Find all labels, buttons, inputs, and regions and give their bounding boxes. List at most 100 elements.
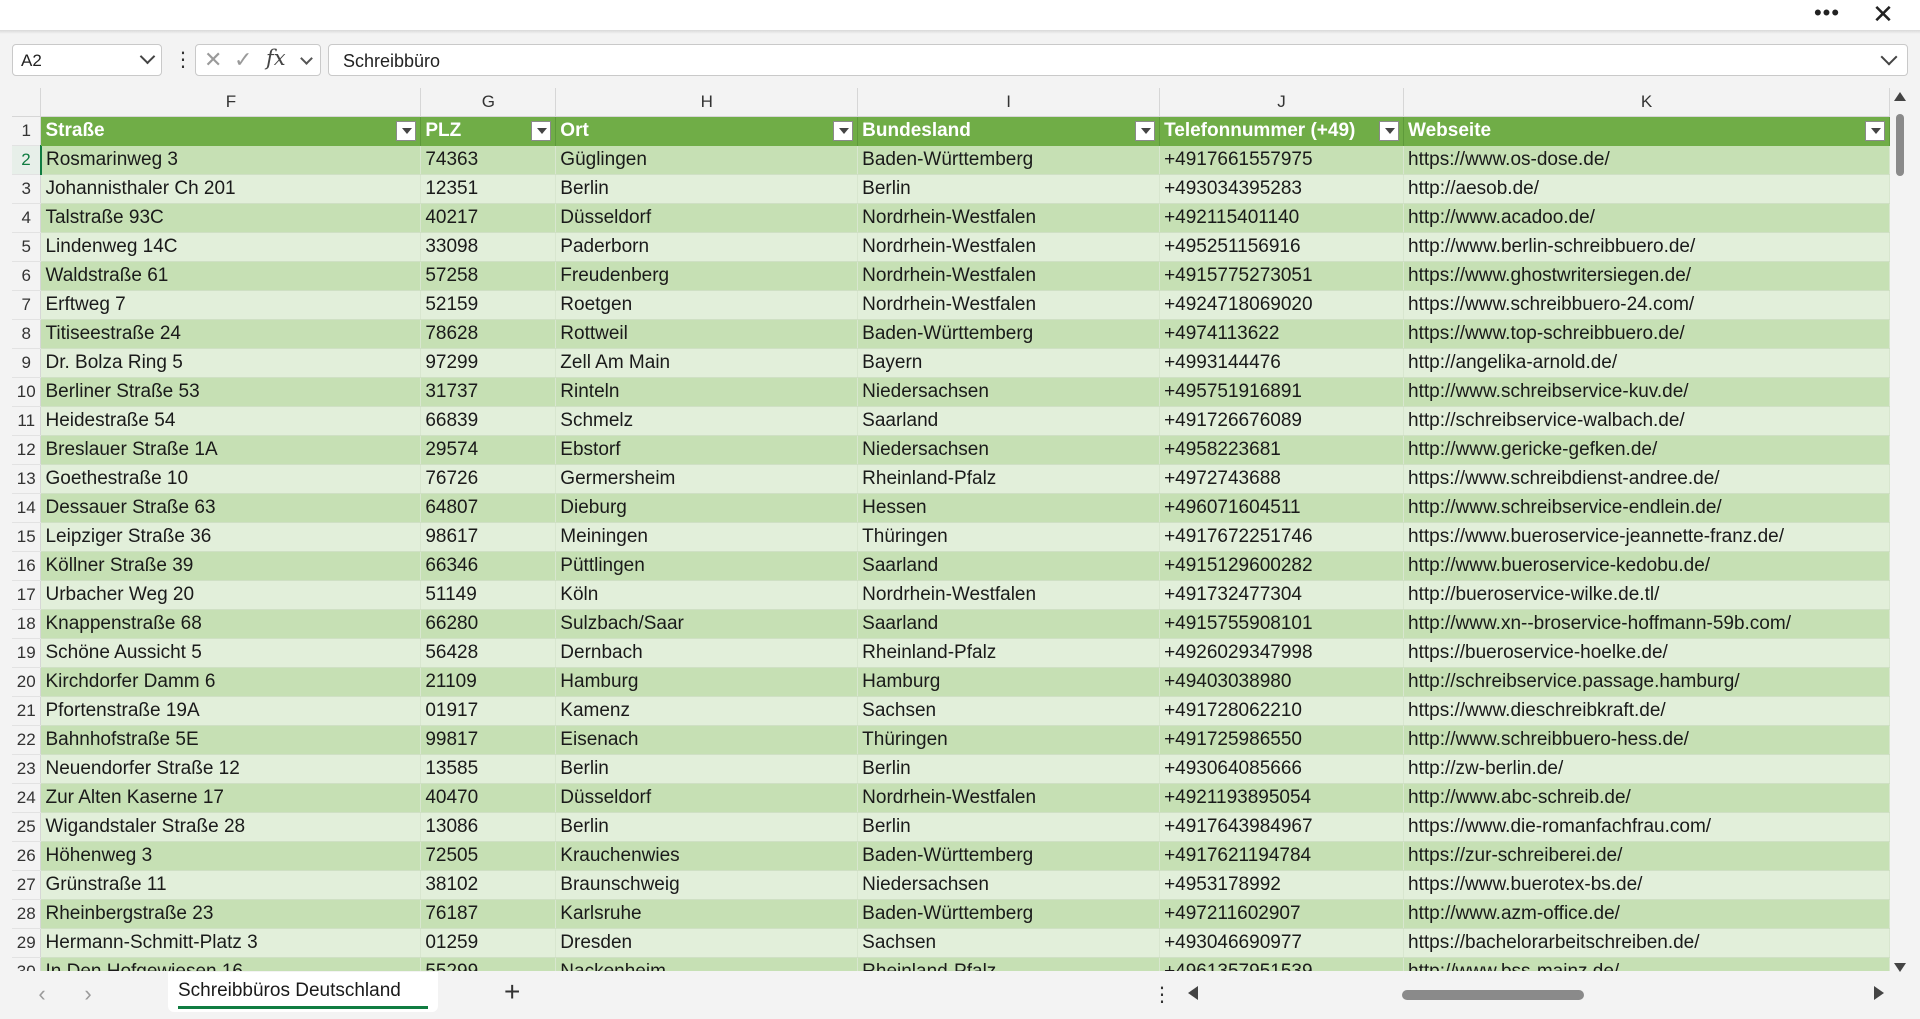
cell[interactable]: +491725986550 (1159, 725, 1405, 755)
cell[interactable]: Güglingen (555, 145, 859, 175)
vertical-scrollbar[interactable] (1892, 92, 1908, 972)
row-header[interactable]: 30 (12, 957, 42, 971)
cell[interactable]: Saarland (857, 406, 1161, 436)
name-box[interactable]: A2 (12, 44, 162, 76)
cell[interactable]: Hessen (857, 493, 1161, 523)
scroll-left-icon[interactable] (1188, 986, 1198, 1000)
scroll-right-icon[interactable] (1874, 986, 1884, 1000)
cell[interactable]: https://bachelorarbeitschreiben.de/ (1403, 928, 1890, 958)
cell[interactable]: 13585 (420, 754, 557, 784)
cell[interactable]: 40470 (420, 783, 557, 813)
column-header-j[interactable]: J (1159, 88, 1405, 117)
cell[interactable]: +4926029347998 (1159, 638, 1405, 668)
cell[interactable]: Zell Am Main (555, 348, 859, 378)
cell[interactable]: Köln (555, 580, 859, 610)
row-header[interactable]: 7 (12, 290, 42, 320)
cell[interactable]: Eisenach (555, 725, 859, 755)
cell[interactable]: Rheinbergstraße 23 (40, 899, 422, 929)
cell[interactable]: 52159 (420, 290, 557, 320)
row-header[interactable]: 16 (12, 551, 42, 581)
cell[interactable]: Düsseldorf (555, 783, 859, 813)
cell[interactable]: 78628 (420, 319, 557, 349)
cell[interactable]: http://schreibservice.passage.hamburg/ (1403, 667, 1890, 697)
cell[interactable]: Ebstorf (555, 435, 859, 465)
cell[interactable]: Rinteln (555, 377, 859, 407)
cell[interactable]: http://bueroservice-wilke.de.tl/ (1403, 580, 1890, 610)
cell[interactable]: Nordrhein-Westfalen (857, 261, 1161, 291)
cell[interactable]: https://www.dieschreibkraft.de/ (1403, 696, 1890, 726)
row-header[interactable]: 2 (12, 145, 42, 175)
cell[interactable]: Berlin (555, 812, 859, 842)
cell[interactable]: Rottweil (555, 319, 859, 349)
cell[interactable]: http://www.bueroservice-kedobu.de/ (1403, 551, 1890, 581)
cell[interactable]: Rheinland-Pfalz (857, 464, 1161, 494)
vertical-scroll-thumb[interactable] (1896, 114, 1904, 176)
column-header-f[interactable]: F (40, 88, 422, 117)
cell[interactable]: Baden-Württemberg (857, 319, 1161, 349)
filter-dropdown-icon[interactable] (1379, 121, 1400, 141)
cell[interactable]: Rheinland-Pfalz (857, 957, 1161, 971)
cell[interactable]: Dernbach (555, 638, 859, 668)
chevron-down-icon[interactable] (300, 52, 313, 65)
cell[interactable]: +4958223681 (1159, 435, 1405, 465)
row-header[interactable]: 29 (12, 928, 42, 958)
cell[interactable]: Baden-Württemberg (857, 841, 1161, 871)
cell[interactable]: 57258 (420, 261, 557, 291)
cell[interactable]: +491732477304 (1159, 580, 1405, 610)
cell[interactable]: +495751916891 (1159, 377, 1405, 407)
cell[interactable]: Bayern (857, 348, 1161, 378)
cell[interactable]: Schmelz (555, 406, 859, 436)
cell[interactable]: http://www.xn--broservice-hoffmann-59b.c… (1403, 609, 1890, 639)
row-header[interactable]: 17 (12, 580, 42, 610)
row-header[interactable]: 28 (12, 899, 42, 929)
cell[interactable]: +4972743688 (1159, 464, 1405, 494)
cell[interactable]: http://www.azm-office.de/ (1403, 899, 1890, 929)
table-header-cell[interactable]: PLZ (420, 116, 557, 146)
row-header[interactable]: 13 (12, 464, 42, 494)
row-header[interactable]: 15 (12, 522, 42, 552)
cell[interactable]: Freudenberg (555, 261, 859, 291)
cell[interactable]: http://www.schreibbuero-hess.de/ (1403, 725, 1890, 755)
cell[interactable]: Dessauer Straße 63 (40, 493, 422, 523)
cell[interactable]: Johannisthaler Ch 201 (40, 174, 422, 204)
cell[interactable]: 99817 (420, 725, 557, 755)
cell[interactable]: 29574 (420, 435, 557, 465)
row-header[interactable]: 12 (12, 435, 42, 465)
cell[interactable]: http://www.berlin-schreibbuero.de/ (1403, 232, 1890, 262)
expand-formula-bar-icon[interactable] (1880, 48, 1898, 66)
filter-dropdown-icon[interactable] (1135, 121, 1156, 141)
cell[interactable]: Titiseestraße 24 (40, 319, 422, 349)
row-header[interactable]: 25 (12, 812, 42, 842)
table-header-cell[interactable]: Ort (555, 116, 859, 146)
cell[interactable]: Nordrhein-Westfalen (857, 783, 1161, 813)
row-header[interactable]: 1 (12, 116, 42, 146)
cell[interactable]: https://www.buerotex-bs.de/ (1403, 870, 1890, 900)
cell[interactable]: Goethestraße 10 (40, 464, 422, 494)
cell[interactable]: http://angelika-arnold.de/ (1403, 348, 1890, 378)
cell[interactable]: +4915755908101 (1159, 609, 1405, 639)
cell[interactable]: Wigandstaler Straße 28 (40, 812, 422, 842)
row-header[interactable]: 8 (12, 319, 42, 349)
cell[interactable]: +496071604511 (1159, 493, 1405, 523)
cell[interactable]: Bahnhofstraße 5E (40, 725, 422, 755)
cell[interactable]: Berlin (857, 754, 1161, 784)
cell[interactable]: Braunschweig (555, 870, 859, 900)
cell[interactable]: https://www.ghostwritersiegen.de/ (1403, 261, 1890, 291)
cell[interactable]: +4993144476 (1159, 348, 1405, 378)
cell[interactable]: Kamenz (555, 696, 859, 726)
cell[interactable]: Saarland (857, 609, 1161, 639)
cell[interactable]: http://www.abc-schreib.de/ (1403, 783, 1890, 813)
cell[interactable]: Püttlingen (555, 551, 859, 581)
column-header-h[interactable]: H (555, 88, 859, 117)
cell[interactable]: 33098 (420, 232, 557, 262)
cell[interactable]: Pfortenstraße 19A (40, 696, 422, 726)
cell[interactable]: Saarland (857, 551, 1161, 581)
cell[interactable]: Baden-Württemberg (857, 899, 1161, 929)
cell[interactable]: Schöne Aussicht 5 (40, 638, 422, 668)
cell[interactable]: +4924718069020 (1159, 290, 1405, 320)
cell[interactable]: Dresden (555, 928, 859, 958)
cell[interactable]: Nordrhein-Westfalen (857, 290, 1161, 320)
cell[interactable]: Heidestraße 54 (40, 406, 422, 436)
more-options-icon[interactable]: ••• (1810, 0, 1844, 30)
column-header-g[interactable]: G (420, 88, 557, 117)
